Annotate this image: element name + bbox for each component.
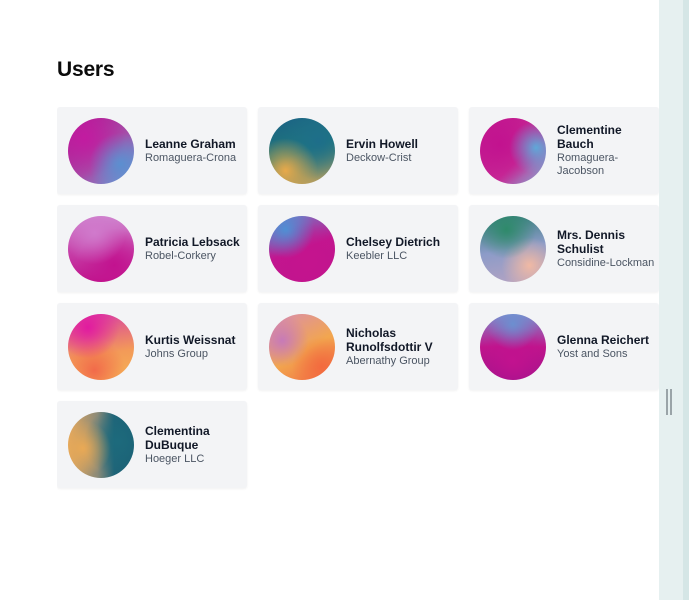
user-info: Ervin Howell Deckow-Crist bbox=[346, 137, 418, 165]
resize-grip-line bbox=[666, 389, 668, 415]
avatar bbox=[68, 215, 134, 282]
avatar bbox=[68, 313, 134, 380]
user-company: Hoeger LLC bbox=[145, 452, 205, 465]
user-info: Clementina DuBuque Hoeger LLC bbox=[145, 424, 247, 466]
user-company: Keebler LLC bbox=[346, 249, 408, 262]
user-card[interactable]: Nicholas Runolfsdottir V Abernathy Group bbox=[258, 303, 458, 390]
avatar bbox=[269, 313, 335, 380]
user-company: Romaguera-Jacobson bbox=[557, 152, 619, 177]
user-company: Romaguera-Crona bbox=[145, 151, 237, 164]
user-company: Abernathy Group bbox=[346, 354, 430, 367]
user-card[interactable]: Glenna Reichert Yost and Sons bbox=[469, 303, 659, 390]
user-info: Glenna Reichert Yost and Sons bbox=[557, 333, 649, 361]
avatar bbox=[480, 215, 546, 282]
user-name: Mrs. Dennis Schulist bbox=[557, 227, 626, 256]
avatar bbox=[269, 117, 335, 184]
avatar bbox=[68, 411, 134, 478]
user-card[interactable]: Leanne Graham Romaguera-Crona bbox=[57, 107, 247, 194]
user-card[interactable]: Clementina DuBuque Hoeger LLC bbox=[57, 401, 247, 488]
avatar bbox=[480, 313, 546, 380]
user-info: Mrs. Dennis Schulist Considine-Lockman bbox=[557, 228, 659, 270]
user-name: Ervin Howell bbox=[346, 136, 419, 151]
user-company: Robel-Corkery bbox=[145, 249, 216, 262]
page-title: Users bbox=[57, 58, 115, 81]
user-info: Nicholas Runolfsdottir V Abernathy Group bbox=[346, 326, 458, 368]
user-info: Patricia Lebsack Robel-Corkery bbox=[145, 235, 240, 263]
user-name: Patricia Lebsack bbox=[145, 234, 240, 249]
user-name: Clementine Bauch bbox=[557, 123, 622, 151]
user-company: Johns Group bbox=[145, 347, 208, 360]
user-info: Chelsey Dietrich Keebler LLC bbox=[346, 235, 440, 263]
avatar bbox=[480, 117, 546, 184]
user-name: Chelsey Dietrich bbox=[346, 234, 441, 249]
side-panel bbox=[659, 0, 689, 600]
user-info: Leanne Graham Romaguera-Crona bbox=[145, 137, 236, 165]
user-card[interactable]: Chelsey Dietrich Keebler LLC bbox=[258, 205, 458, 292]
user-company: Yost and Sons bbox=[557, 347, 628, 360]
resize-grip-line bbox=[670, 389, 672, 415]
user-card[interactable]: Mrs. Dennis Schulist Considine-Lockman bbox=[469, 205, 659, 292]
user-company: Considine-Lockman bbox=[557, 256, 655, 269]
user-name: Glenna Reichert bbox=[557, 332, 650, 347]
user-card[interactable]: Kurtis Weissnat Johns Group bbox=[57, 303, 247, 390]
user-name: Nicholas Runolfsdottir V bbox=[346, 325, 433, 354]
user-card[interactable]: Clementine Bauch Romaguera-Jacobson bbox=[469, 107, 659, 194]
user-grid: Leanne Graham Romaguera-Crona Ervin Howell… bbox=[57, 107, 659, 497]
user-info: Kurtis Weissnat Johns Group bbox=[145, 333, 235, 361]
user-card[interactable]: Ervin Howell Deckow-Crist bbox=[258, 107, 458, 194]
user-info: Clementine Bauch Romaguera-Jacobson bbox=[557, 123, 659, 178]
user-name: Clementina DuBuque bbox=[145, 423, 210, 452]
user-card[interactable]: Patricia Lebsack Robel-Corkery bbox=[57, 205, 247, 292]
user-company: Deckow-Crist bbox=[346, 151, 412, 164]
user-name: Leanne Graham bbox=[145, 136, 236, 151]
avatar bbox=[68, 117, 134, 184]
resize-handle[interactable] bbox=[666, 389, 672, 415]
avatar bbox=[269, 215, 335, 282]
user-name: Kurtis Weissnat bbox=[145, 332, 236, 347]
